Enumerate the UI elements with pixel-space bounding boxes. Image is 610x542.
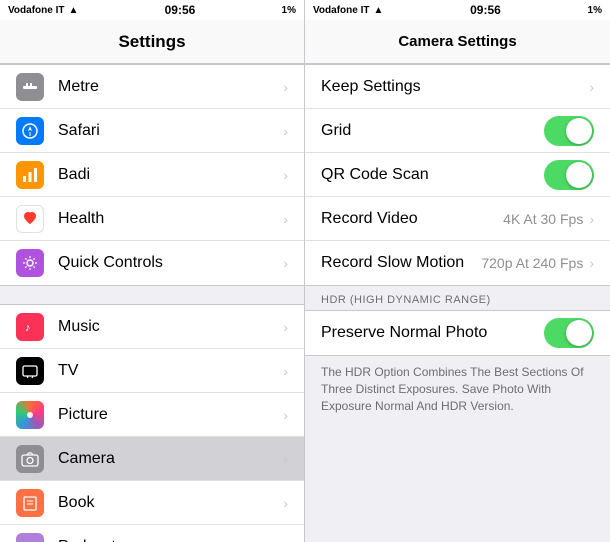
podcasts-chevron: ›: [283, 539, 288, 542]
badi-icon: [16, 161, 44, 189]
left-status-bar: Vodafone IT ▲ 09:56 1%: [0, 0, 304, 20]
signal-right: ▲: [373, 5, 383, 16]
record-slow-chevron: ›: [589, 255, 594, 271]
quickcontrols-chevron: ›: [283, 255, 288, 271]
badi-label: Badi: [58, 166, 283, 184]
camera-icon: [16, 445, 44, 473]
camera-item-grid[interactable]: Grid: [305, 109, 610, 153]
settings-item-badi[interactable]: Badi ›: [0, 153, 304, 197]
tv-icon: [16, 357, 44, 385]
record-slow-value: 720p At 240 Fps: [481, 255, 583, 271]
time-right: 09:56: [470, 3, 501, 17]
settings-item-books[interactable]: Book ›: [0, 481, 304, 525]
safari-icon: [16, 117, 44, 145]
grid-label: Grid: [321, 122, 544, 140]
health-label: Health: [58, 210, 283, 228]
qr-label: QR Code Scan: [321, 166, 544, 184]
left-nav-bar: Settings: [0, 20, 304, 64]
settings-item-health[interactable]: Health ›: [0, 197, 304, 241]
right-nav-bar: Camera Settings: [305, 20, 610, 64]
carrier-left: Vodafone IT: [8, 5, 64, 16]
camera-chevron: ›: [283, 451, 288, 467]
settings-item-camera[interactable]: Camera ›: [0, 437, 304, 481]
battery-right: 1%: [588, 5, 602, 16]
camera-group-1: Keep Settings › Grid QR Code Scan Record…: [305, 64, 610, 286]
safari-label: Safari: [58, 122, 283, 140]
left-status-left: Vodafone IT ▲: [8, 5, 78, 16]
metre-label: Metre: [58, 78, 283, 96]
right-panel: Vodafone IT ▲ 09:56 1% Camera Settings K…: [305, 0, 610, 542]
books-icon: [16, 489, 44, 517]
camera-item-record-slow[interactable]: Record Slow Motion 720p At 240 Fps ›: [305, 241, 610, 285]
record-video-chevron: ›: [589, 211, 594, 227]
books-label: Book: [58, 494, 283, 512]
camera-label: Camera: [58, 450, 283, 468]
camera-group-2: Preserve Normal Photo: [305, 310, 610, 356]
safari-chevron: ›: [283, 123, 288, 139]
keep-settings-label: Keep Settings: [321, 78, 589, 96]
pictures-label: Picture: [58, 406, 283, 424]
hdr-section-header: HDR (HIGH DYNAMIC RANGE): [305, 286, 610, 310]
tv-label: TV: [58, 362, 283, 380]
music-icon: ♪: [16, 313, 44, 341]
keep-settings-chevron: ›: [589, 79, 594, 95]
metre-chevron: ›: [283, 79, 288, 95]
podcasts-icon: [16, 533, 44, 542]
quickcontrols-label: Quick Controls: [58, 254, 283, 272]
record-video-value: 4K At 30 Fps: [503, 211, 583, 227]
battery-left: 1%: [282, 5, 296, 16]
camera-item-preserve[interactable]: Preserve Normal Photo: [305, 311, 610, 355]
hdr-section: HDR (HIGH DYNAMIC RANGE) Preserve Normal…: [305, 286, 610, 428]
quickcontrols-icon: [16, 249, 44, 277]
preserve-toggle[interactable]: [544, 318, 594, 348]
carrier-right: Vodafone IT: [313, 5, 369, 16]
settings-item-podcasts[interactable]: Podcast ›: [0, 525, 304, 542]
camera-item-qr[interactable]: QR Code Scan: [305, 153, 610, 197]
right-status-right: 1%: [588, 5, 602, 16]
record-slow-label: Record Slow Motion: [321, 254, 481, 272]
badi-chevron: ›: [283, 167, 288, 183]
podcasts-label: Podcast: [58, 538, 283, 542]
settings-item-music[interactable]: ♪ Music ›: [0, 305, 304, 349]
settings-group-2: ♪ Music › TV › Picture: [0, 304, 304, 542]
metre-icon: [16, 73, 44, 101]
left-status-right: 1%: [282, 5, 296, 16]
settings-item-metre[interactable]: Metre ›: [0, 65, 304, 109]
preserve-label: Preserve Normal Photo: [321, 324, 544, 342]
settings-item-safari[interactable]: Safari ›: [0, 109, 304, 153]
signal-left: ▲: [68, 5, 78, 16]
settings-item-tv[interactable]: TV ›: [0, 349, 304, 393]
pictures-chevron: ›: [283, 407, 288, 423]
left-nav-title: Settings: [118, 32, 185, 52]
books-chevron: ›: [283, 495, 288, 511]
camera-item-keep-settings[interactable]: Keep Settings ›: [305, 65, 610, 109]
settings-item-quickcontrols[interactable]: Quick Controls ›: [0, 241, 304, 285]
music-chevron: ›: [283, 319, 288, 335]
right-status-bar: Vodafone IT ▲ 09:56 1%: [305, 0, 610, 20]
right-status-left: Vodafone IT ▲: [313, 5, 383, 16]
settings-item-pictures[interactable]: Picture ›: [0, 393, 304, 437]
camera-item-record-video[interactable]: Record Video 4K At 30 Fps ›: [305, 197, 610, 241]
right-nav-title: Camera Settings: [398, 33, 516, 50]
health-icon: [16, 205, 44, 233]
pictures-icon: [16, 401, 44, 429]
left-settings-list: Metre › Safari › Badi ›: [0, 64, 304, 542]
svg-text:♪: ♪: [25, 322, 31, 334]
record-video-label: Record Video: [321, 210, 503, 228]
tv-chevron: ›: [283, 363, 288, 379]
music-label: Music: [58, 318, 283, 336]
hdr-footer: The HDR Option Combines The Best Section…: [305, 356, 610, 428]
qr-toggle[interactable]: [544, 160, 594, 190]
left-panel: Vodafone IT ▲ 09:56 1% Settings Metre ›: [0, 0, 305, 542]
health-chevron: ›: [283, 211, 288, 227]
time-left: 09:56: [165, 3, 196, 17]
grid-toggle[interactable]: [544, 116, 594, 146]
camera-settings-content: Keep Settings › Grid QR Code Scan Record…: [305, 64, 610, 542]
settings-group-1: Metre › Safari › Badi ›: [0, 64, 304, 286]
